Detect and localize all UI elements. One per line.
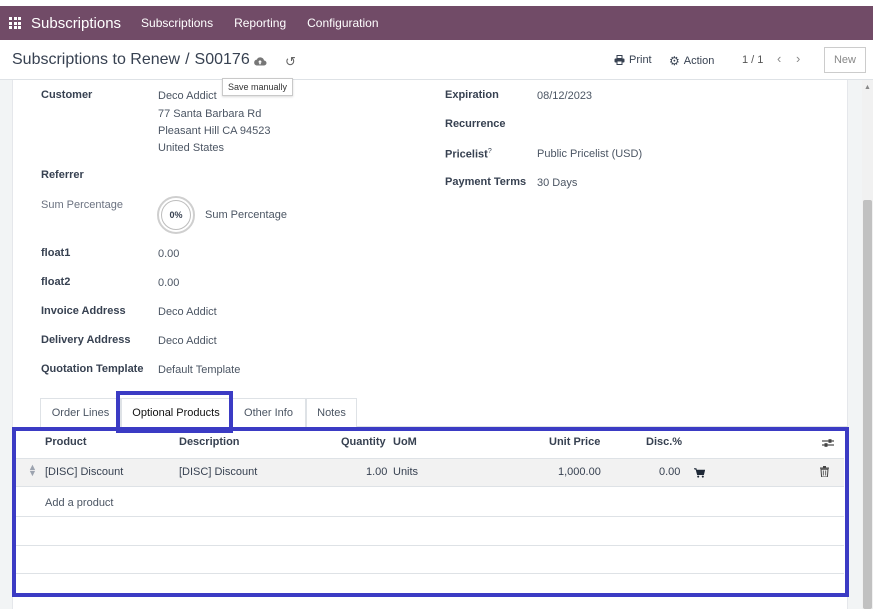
quotation-template-label: Quotation Template xyxy=(41,363,144,375)
sum-percentage-gauge: 0% xyxy=(157,196,195,234)
float2-label: float2 xyxy=(41,276,71,288)
tab-other-info[interactable]: Other Info xyxy=(231,398,306,427)
column-header-unit-price[interactable]: Unit Price xyxy=(549,436,600,448)
top-navbar: Subscriptions Subscriptions Reporting Co… xyxy=(0,6,873,40)
tab-order-lines[interactable]: Order Lines xyxy=(40,398,121,427)
expiration-field[interactable]: 08/12/2023 xyxy=(537,90,592,102)
table-divider xyxy=(16,573,844,574)
quotation-template-field[interactable]: Default Template xyxy=(158,364,240,376)
column-header-discount[interactable]: Disc.% xyxy=(646,436,682,448)
customer-street: 77 Santa Barbara Rd xyxy=(158,108,262,120)
chevron-left-icon[interactable]: ‹ xyxy=(777,51,781,66)
trash-icon[interactable] xyxy=(820,466,829,477)
printer-icon xyxy=(614,55,625,65)
control-panel: Subscriptions to Renew / S00176 ↺ Print ⚙ … xyxy=(0,40,873,80)
column-header-quantity[interactable]: Quantity xyxy=(341,436,386,448)
pager-value[interactable]: 1 / 1 xyxy=(742,54,763,66)
row-quantity[interactable]: 1.00 xyxy=(366,466,387,478)
pricelist-label-text: Pricelist xyxy=(445,148,488,161)
sum-percentage-label: Sum Percentage xyxy=(41,199,123,211)
table-divider xyxy=(16,545,844,546)
breadcrumb: Subscriptions to Renew / S00176 xyxy=(12,51,250,69)
payment-terms-field[interactable]: 30 Days xyxy=(537,177,577,189)
drag-handle-icon[interactable]: ▲ ▼ xyxy=(28,463,37,478)
apps-grid-icon[interactable] xyxy=(9,17,21,29)
cloud-upload-icon[interactable] xyxy=(253,56,267,66)
pricelist-label: Pricelist? xyxy=(445,148,492,161)
sum-percentage-value: 0% xyxy=(161,200,191,230)
delivery-address-field[interactable]: Deco Addict xyxy=(158,335,217,347)
sum-percentage-caption: Sum Percentage xyxy=(205,209,287,221)
column-header-description[interactable]: Description xyxy=(179,436,240,448)
menu-reporting[interactable]: Reporting xyxy=(234,16,286,30)
action-label: Action xyxy=(683,55,715,67)
column-header-product[interactable]: Product xyxy=(45,436,87,448)
gear-icon: ⚙ xyxy=(669,54,680,68)
row-uom[interactable]: Units xyxy=(393,466,418,478)
row-discount[interactable]: 0.00 xyxy=(659,466,680,478)
column-header-uom[interactable]: UoM xyxy=(393,436,417,448)
app-title[interactable]: Subscriptions xyxy=(31,15,121,32)
undo-icon[interactable]: ↺ xyxy=(285,54,296,70)
breadcrumb-current: S00176 xyxy=(194,51,250,68)
row-description[interactable]: [DISC] Discount xyxy=(179,466,257,478)
add-product-link[interactable]: Add a product xyxy=(45,497,114,509)
referrer-label: Referrer xyxy=(41,169,84,181)
float1-field[interactable]: 0.00 xyxy=(158,248,179,260)
float2-field[interactable]: 0.00 xyxy=(158,277,179,289)
invoice-address-label: Invoice Address xyxy=(41,305,126,317)
chevron-right-icon[interactable]: › xyxy=(796,51,800,66)
cart-icon[interactable] xyxy=(694,468,705,478)
expiration-label: Expiration xyxy=(445,89,499,101)
menu-subscriptions[interactable]: Subscriptions xyxy=(141,16,213,30)
table-row[interactable] xyxy=(16,458,844,487)
print-button[interactable]: Print xyxy=(614,54,652,66)
new-button[interactable]: New xyxy=(824,47,866,73)
action-button[interactable]: ⚙ Action xyxy=(669,54,714,68)
form-sheet xyxy=(12,80,848,609)
scrollbar-thumb[interactable] xyxy=(863,200,872,609)
customer-country: United States xyxy=(158,142,225,154)
pricelist-help-icon[interactable]: ? xyxy=(488,148,492,155)
save-tooltip: Save manually xyxy=(222,78,294,96)
tab-optional-products[interactable]: Optional Products xyxy=(121,398,231,427)
breadcrumb-parent[interactable]: Subscriptions to Renew xyxy=(12,51,180,68)
float1-label: float1 xyxy=(41,247,71,259)
recurrence-label: Recurrence xyxy=(445,118,506,130)
customer-name[interactable]: Deco Addict xyxy=(158,90,217,102)
payment-terms-label: Payment Terms xyxy=(445,176,527,188)
row-unit-price[interactable]: 1,000.00 xyxy=(558,466,601,478)
tab-notes[interactable]: Notes xyxy=(306,398,357,427)
print-label: Print xyxy=(629,54,652,66)
scroll-up-arrow-icon[interactable]: ▲ xyxy=(864,84,871,91)
pricelist-field[interactable]: Public Pricelist (USD) xyxy=(537,148,642,160)
row-product[interactable]: [DISC] Discount xyxy=(45,466,123,478)
customer-label: Customer xyxy=(41,89,93,101)
table-divider xyxy=(16,516,844,517)
menu-configuration[interactable]: Configuration xyxy=(307,16,378,30)
delivery-address-label: Delivery Address xyxy=(41,334,131,346)
sliders-icon[interactable] xyxy=(822,438,834,448)
invoice-address-field[interactable]: Deco Addict xyxy=(158,306,217,318)
breadcrumb-separator: / xyxy=(185,51,190,68)
customer-city: Pleasant Hill CA 94523 xyxy=(158,125,271,137)
